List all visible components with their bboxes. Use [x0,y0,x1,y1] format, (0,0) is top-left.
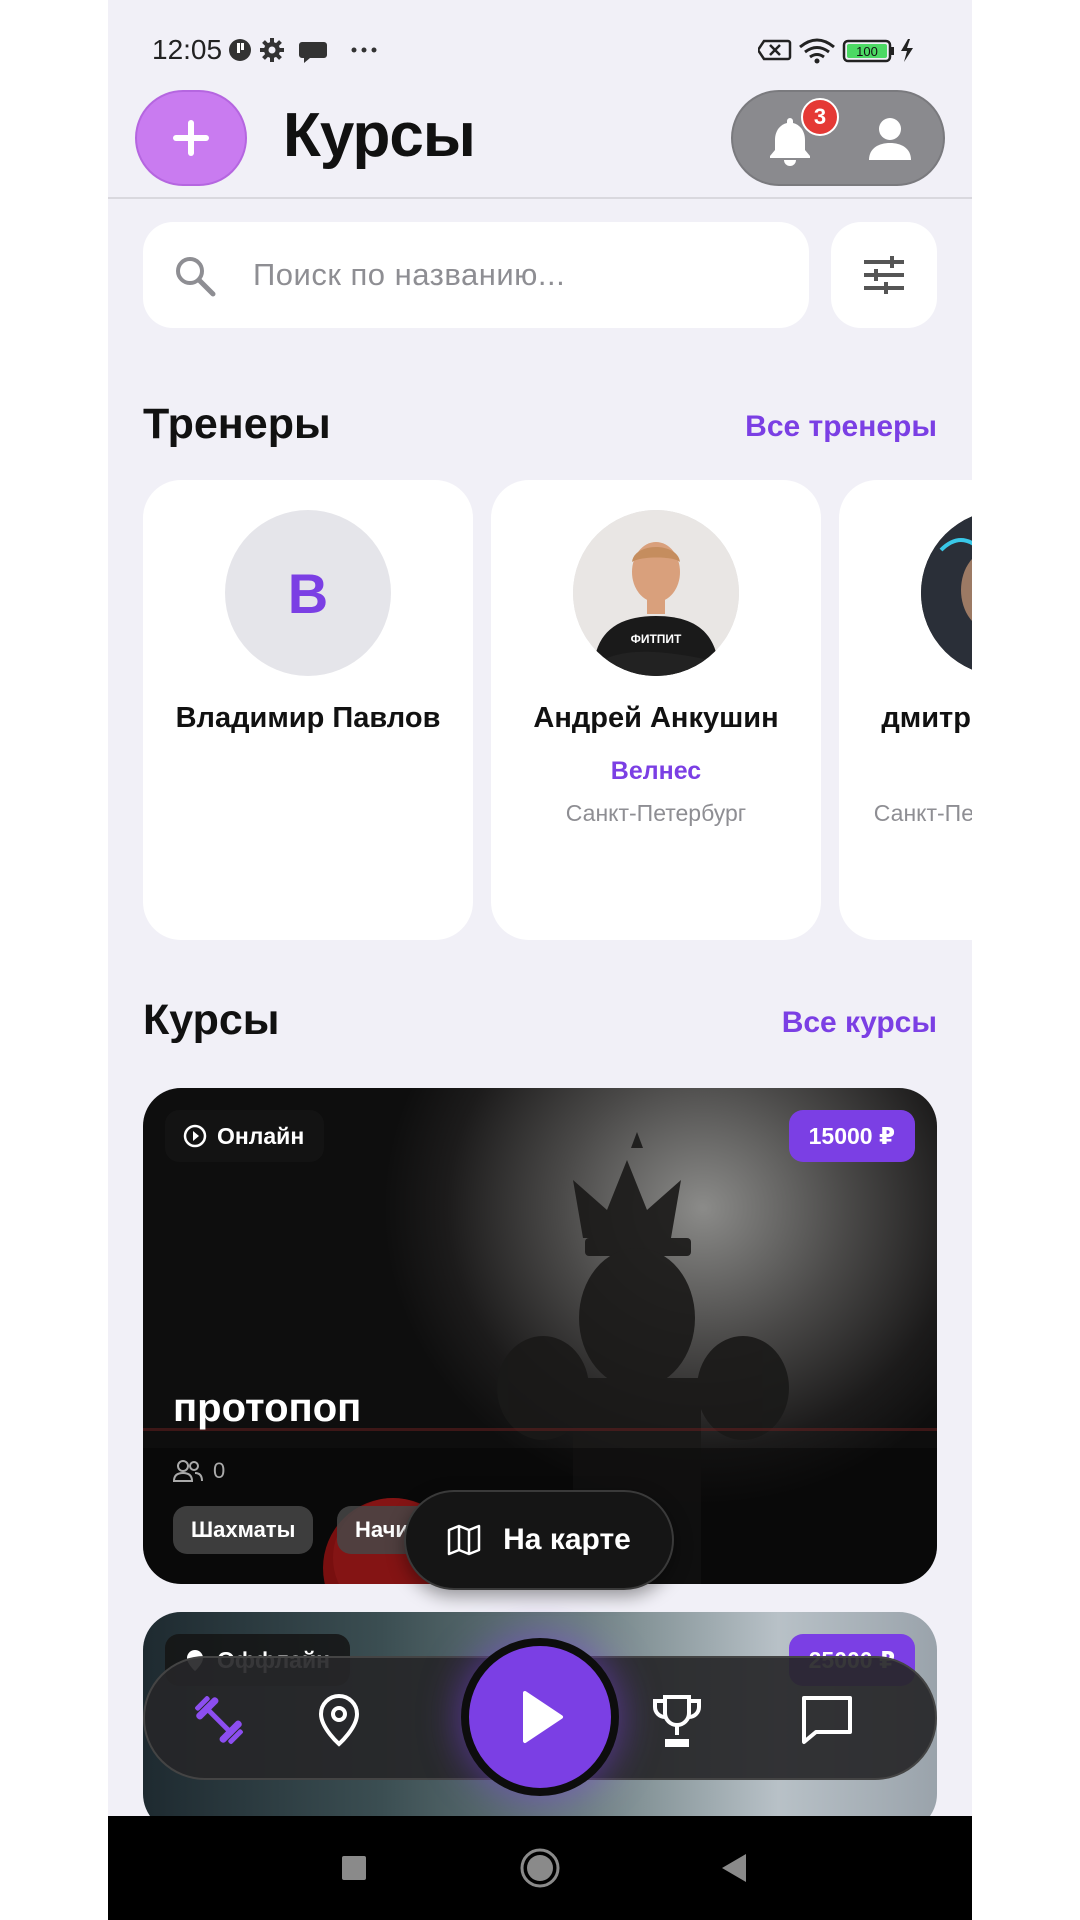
format-label: Онлайн [217,1122,305,1149]
all-courses-link[interactable]: Все курсы [782,1006,937,1040]
status-bar: 12:05 100 [108,0,972,100]
app-notification-icons [228,36,388,64]
square-icon [342,1856,366,1880]
notification-icons [229,38,377,63]
filter-button[interactable] [831,222,937,328]
trainer-city: Санкт-Петербург [565,800,747,826]
map-icon [447,1524,481,1556]
location-pin-icon [318,1693,360,1747]
header-actions: 3 [731,90,945,186]
map-button[interactable]: На карте [404,1490,674,1590]
trainer-avatar: В [225,510,391,676]
trainer-photo [921,510,972,676]
sliders-icon [864,256,904,294]
courses-section-title: Курсы [143,996,280,1044]
trainers-section-title: Тренеры [143,400,331,448]
chat-icon [802,1696,852,1744]
participants-value: 0 [213,1458,226,1483]
map-button-label: На карте [503,1523,631,1556]
trainer-name: Владимир Павлов [175,702,441,734]
nav-map[interactable] [305,1686,373,1754]
play-icon [523,1691,563,1743]
profile-button[interactable] [867,116,913,167]
nav-achievements[interactable] [643,1686,711,1754]
format-chip: Онлайн [165,1110,325,1162]
svg-text:100: 100 [856,44,878,59]
add-button[interactable] [135,90,247,186]
back-triangle-icon [722,1854,746,1882]
search-input[interactable] [253,252,773,298]
people-icon [173,1460,203,1482]
header-divider [108,197,972,199]
trainer-avatar [921,510,972,676]
back-button[interactable] [714,1846,758,1895]
trainer-category: Велнес [610,757,702,785]
play-circle-icon [183,1124,207,1148]
battery-wifi-icons: 100 [758,38,913,64]
play-button[interactable] [461,1638,619,1796]
trainer-card[interactable]: В Владимир Павлов [143,480,473,940]
trainer-name: Андрей Анкушин [533,702,779,734]
trainer-photo: ФИТПИТ [573,510,739,676]
home-circle-icon [520,1848,560,1888]
nav-chat[interactable] [793,1686,861,1754]
app-screen: 12:05 100 Курсы 3 Поиск по названию... Т… [108,0,972,1920]
course-title: протопоп [173,1386,362,1430]
recents-button[interactable] [332,1846,376,1895]
trainer-name: дмитрий [881,702,972,734]
svg-text:ФИТПИТ: ФИТПИТ [631,632,682,646]
participants-count: 0 [173,1458,225,1484]
plus-icon [173,120,209,156]
user-icon [869,118,911,160]
dumbbell-icon [195,1696,243,1744]
price-badge: 15000 ₽ [788,1110,915,1162]
system-navigation-bar [108,1816,972,1920]
search-bar [143,222,809,328]
nav-courses[interactable] [185,1686,253,1754]
trainer-card[interactable]: ФИТПИТ Андрей Анкушин Велнес Санкт-Петер… [491,480,821,940]
notification-badge: 3 [801,98,839,136]
status-time: 12:05 [152,34,223,65]
search-icon [176,257,216,297]
home-button[interactable] [518,1846,562,1895]
trainer-avatar: ФИТПИТ [573,510,739,676]
trophy-icon [653,1695,701,1747]
trainer-card[interactable]: дмитрий Санкт-Петербург [839,480,972,940]
page-title: Курсы [283,101,476,170]
trainer-city: Санкт-Петербург [873,800,972,826]
course-tag: Шахматы [173,1506,314,1554]
system-status-icons: 100 [758,36,928,64]
all-trainers-link[interactable]: Все тренеры [745,410,937,444]
